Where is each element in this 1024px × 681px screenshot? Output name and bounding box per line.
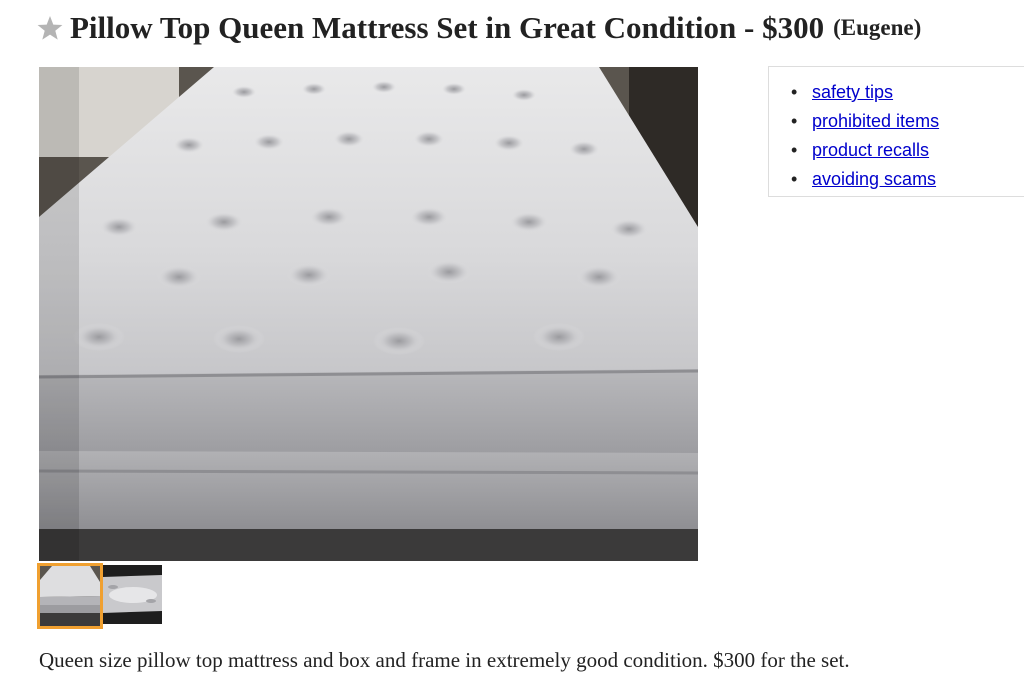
thumbnail-image (40, 566, 100, 626)
safety-links-panel: • safety tips • prohibited items • produ… (768, 66, 1024, 197)
bullet-icon: • (791, 111, 798, 131)
bullet-icon: • (791, 82, 798, 102)
thumbnail-mattress-angle[interactable] (37, 563, 103, 629)
main-photo[interactable] (39, 67, 698, 561)
mattress-photo (39, 67, 698, 561)
bullet-icon: • (791, 169, 798, 189)
avoiding-scams-link[interactable]: avoiding scams (812, 169, 936, 189)
safety-link-item: • prohibited items (789, 107, 939, 136)
posting-description: Queen size pillow top mattress and box a… (39, 648, 850, 672)
safety-link-item: • safety tips (789, 78, 939, 107)
thumbnail-mattress-closeup[interactable] (103, 565, 162, 624)
product-recalls-link[interactable]: product recalls (812, 140, 929, 160)
prohibited-items-link[interactable]: prohibited items (812, 111, 939, 131)
safety-link-item: • avoiding scams (789, 165, 939, 194)
thumbnail-image (103, 565, 162, 624)
posting-location: (Eugene) (833, 15, 922, 40)
bullet-icon: • (791, 140, 798, 160)
star-icon[interactable] (36, 14, 64, 42)
safety-tips-link[interactable]: safety tips (812, 82, 893, 102)
safety-links-list: • safety tips • prohibited items • produ… (789, 78, 939, 194)
posting-title-row: Pillow Top Queen Mattress Set in Great C… (36, 6, 1021, 50)
posting-title: Pillow Top Queen Mattress Set in Great C… (70, 10, 825, 45)
safety-link-item: • product recalls (789, 136, 939, 165)
